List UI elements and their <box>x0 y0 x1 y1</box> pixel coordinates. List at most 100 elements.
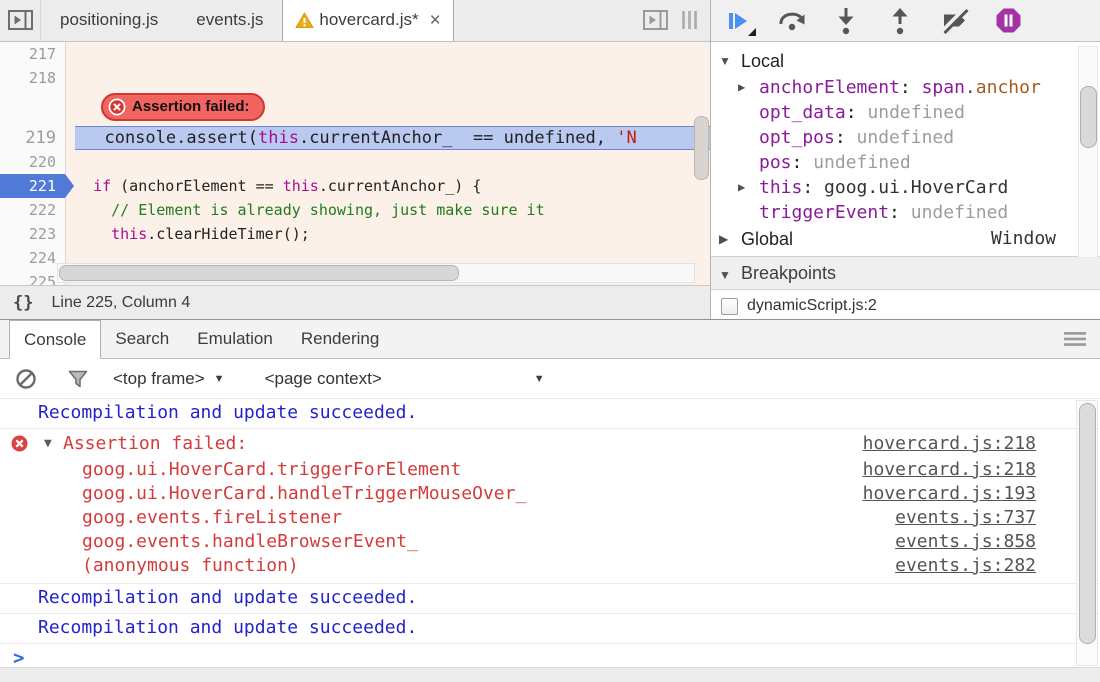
line-number[interactable]: 222 <box>0 198 66 222</box>
variable-value: undefined <box>867 102 965 123</box>
file-tab-hovercard-js[interactable]: hovercard.js* × <box>282 0 453 41</box>
code-line[interactable]: console.assert(this.currentAnchor_ == un… <box>75 126 710 150</box>
code-token: 'N <box>616 128 636 148</box>
breakpoint-item[interactable]: dynamicScript.js:2 <box>711 290 1100 315</box>
tab-console[interactable]: Console <box>9 320 101 359</box>
code-editor[interactable]: 217218 Assertion failed: 219 console.asser… <box>0 42 710 285</box>
source-link[interactable]: events.js:858 <box>895 530 1036 554</box>
toggle-editor-pane-icon[interactable] <box>642 8 669 32</box>
code-line[interactable] <box>66 66 710 90</box>
code-token <box>75 201 111 219</box>
debugger-sidebar: ▼ Local ▶anchorElement: span.anchoropt_dat… <box>710 0 1100 319</box>
show-navigator-icon[interactable] <box>0 0 41 41</box>
editor-horizontal-scrollbar-thumb[interactable] <box>59 265 459 281</box>
code-row-221: 221 if (anchorElement == this.currentAnc… <box>0 174 710 198</box>
file-tabs: positioning.js events.js hovercard.js* × <box>41 0 454 41</box>
source-link[interactable]: hovercard.js:218 <box>863 430 1036 457</box>
sidebar-scrollbar-thumb[interactable] <box>1080 86 1097 148</box>
file-tab-label: hovercard.js* <box>319 10 418 30</box>
source-link[interactable]: hovercard.js:218 <box>863 458 1036 482</box>
scope-variable-this[interactable]: ▶this: goog.ui.HoverCard <box>711 175 1100 200</box>
deactivate-breakpoints-button[interactable] <box>939 6 969 36</box>
error-text: Assertion failed: <box>0 433 247 454</box>
line-number[interactable]: 219 <box>0 126 66 150</box>
step-over-button[interactable] <box>777 6 807 36</box>
badge-error-icon <box>108 98 126 116</box>
variable-value: undefined <box>857 127 955 148</box>
line-number[interactable]: 223 <box>0 222 66 246</box>
scope-variable-anchorElement[interactable]: ▶anchorElement: span.anchor <box>711 75 1100 100</box>
breakpoints-section-header[interactable]: ▼ Breakpoints <box>711 256 1100 290</box>
editor-horizontal-scrollbar[interactable] <box>57 263 695 283</box>
editor-vertical-scrollbar-thumb[interactable] <box>694 116 709 180</box>
scope-variable-opt_pos[interactable]: opt_pos: undefined <box>711 125 1100 150</box>
scope-section-value: Window <box>991 225 1056 253</box>
line-number[interactable]: 218 <box>0 66 66 90</box>
frame-select[interactable]: <top frame> ▼ <box>113 369 225 389</box>
file-tab-label: positioning.js <box>60 10 158 30</box>
source-link[interactable]: hovercard.js:193 <box>863 482 1036 506</box>
clear-console-icon[interactable] <box>13 366 39 392</box>
context-select-value: <page context> <box>265 369 382 389</box>
code-line[interactable] <box>66 42 710 66</box>
assertion-failed-badge: Assertion failed: <box>101 93 265 121</box>
console-scrollbar-thumb[interactable] <box>1079 403 1096 644</box>
triangle-down-icon[interactable]: ▼ <box>44 430 52 457</box>
tab-rendering[interactable]: Rendering <box>287 320 393 358</box>
error-stack-row: goog.events.handleBrowserEvent_events.js… <box>0 530 1100 554</box>
chevron-down-icon[interactable]: ▼ <box>534 373 545 385</box>
scope-section-label: Local <box>741 51 784 71</box>
cursor-position-label: Line 225, Column 4 <box>51 294 190 312</box>
code-line[interactable]: this.clearHideTimer(); <box>66 222 710 246</box>
colon: : <box>846 102 868 123</box>
scope-variable-opt_data[interactable]: opt_data: undefined <box>711 100 1100 125</box>
editor-pane: positioning.js events.js hovercard.js* × 21… <box>0 0 710 319</box>
file-tab-events-js[interactable]: events.js <box>177 0 282 41</box>
scope-variable-pos[interactable]: pos: undefined <box>711 150 1100 175</box>
filter-icon[interactable] <box>65 366 91 392</box>
resume-button[interactable] <box>723 6 753 36</box>
file-tab-positioning-js[interactable]: positioning.js <box>41 0 177 41</box>
step-out-button[interactable] <box>885 6 915 36</box>
close-tab-icon[interactable]: × <box>430 11 441 30</box>
triangle-right-icon[interactable]: ▶ <box>719 225 728 253</box>
scope-variable-triggerEvent[interactable]: triggerEvent: undefined <box>711 200 1100 225</box>
breakpoint-checkbox[interactable] <box>721 298 738 315</box>
colon: : <box>889 202 911 223</box>
devtools-window: positioning.js events.js hovercard.js* × 21… <box>0 0 1100 681</box>
more-tabs-icon[interactable] <box>681 10 698 30</box>
console-prompt[interactable]: > <box>0 644 1100 667</box>
tab-emulation[interactable]: Emulation <box>183 320 287 358</box>
code-line[interactable]: if (anchorElement == this.currentAnchor_… <box>66 174 710 198</box>
triangle-down-icon[interactable]: ▼ <box>719 47 731 75</box>
context-select[interactable]: <page context> <box>265 369 382 389</box>
drawer-tab-label: Console <box>24 330 86 350</box>
error-text: goog.events.fireListener <box>0 507 342 528</box>
triangle-right-icon[interactable]: ▶ <box>738 75 745 100</box>
line-number[interactable]: 217 <box>0 42 66 66</box>
source-link[interactable]: events.js:282 <box>895 554 1036 578</box>
line-number[interactable]: 220 <box>0 150 66 174</box>
step-into-button[interactable] <box>831 6 861 36</box>
warning-icon <box>295 12 314 29</box>
drawer-menu-icon[interactable] <box>1064 320 1100 358</box>
scope-section-global[interactable]: ▶GlobalWindow <box>711 225 1100 253</box>
sources-panel: positioning.js events.js hovercard.js* × 21… <box>0 0 1100 319</box>
pause-on-exceptions-button[interactable] <box>993 6 1023 36</box>
pretty-print-icon[interactable]: {} <box>13 293 33 313</box>
colon: : <box>900 77 922 98</box>
triangle-right-icon[interactable]: ▶ <box>738 175 745 200</box>
scope-section-local[interactable]: ▼ Local <box>711 47 1100 75</box>
console-info-message: Recompilation and update succeeded. <box>0 584 1100 614</box>
variable-name: opt_data <box>759 102 846 123</box>
console-drawer: Console SearchEmulationRendering <top fra… <box>0 319 1100 682</box>
code-line[interactable] <box>66 150 710 174</box>
drawer-tab-bar: Console SearchEmulationRendering <box>0 320 1100 359</box>
code-row-220: 220 <box>0 150 710 174</box>
code-line[interactable]: // Element is already showing, just make… <box>66 198 710 222</box>
tab-search[interactable]: Search <box>101 320 183 358</box>
source-link[interactable]: events.js:737 <box>895 506 1036 530</box>
line-gutter[interactable] <box>0 90 66 126</box>
line-number[interactable]: 221 <box>0 174 66 198</box>
editor-status-bar: {} Line 225, Column 4 <box>0 285 710 319</box>
